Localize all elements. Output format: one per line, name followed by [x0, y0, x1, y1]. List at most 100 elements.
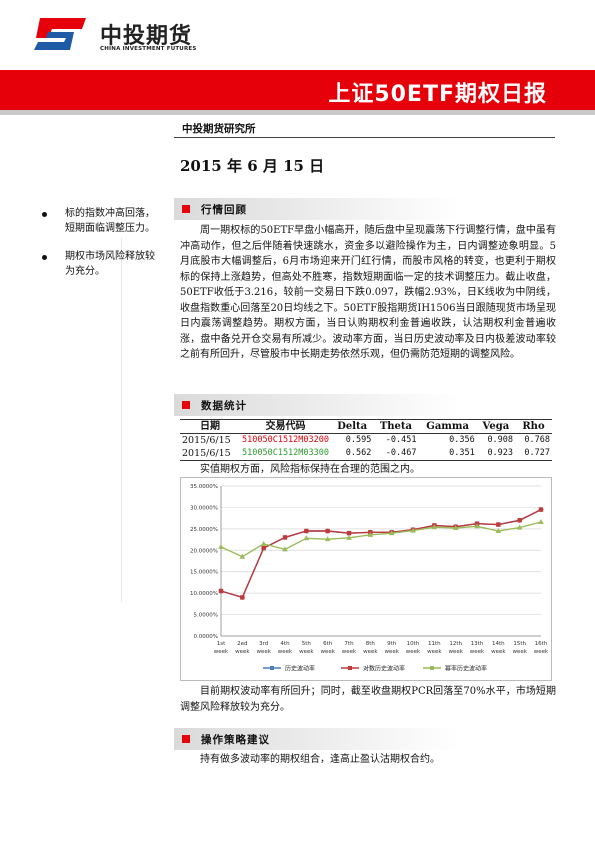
sidebar-divider [121, 238, 122, 602]
cell-gamma: 0.351 [418, 447, 477, 461]
series-line [220, 508, 542, 599]
volatility-chart: 0.0000% 5.0000% 10.0000% 15.0000% 20.0000% 25… [190, 484, 549, 673]
x-tick-label: week [320, 649, 335, 655]
column-header: 日期 [180, 419, 240, 434]
section-marker-icon [182, 205, 190, 213]
cell-code: 510050C1512M03300 [240, 447, 331, 461]
x-tick-label: 3rd [259, 641, 268, 647]
cell-vega: 0.923 [476, 447, 516, 461]
section-marker-icon [182, 735, 190, 743]
y-tick-label: 35.0000% [190, 484, 218, 490]
x-tick-label: 4th [280, 641, 290, 647]
x-tick-label: 14th [492, 641, 505, 647]
volatility-chart-frame: 0.0000% 5.0000% 10.0000% 15.0000% 20.0000% 25… [180, 477, 552, 681]
x-tick-label: week [384, 649, 399, 655]
x-tick-label: week [448, 649, 463, 655]
summary-point: 标的指数冲高回落，短期面临调整压力。 [42, 206, 160, 236]
x-tick-label: week [342, 649, 357, 655]
x-tick-label: 7th [344, 641, 354, 647]
greeks-table: 日期 交易代码 Delta Theta Gamma Vega Rho 2015/… [180, 419, 552, 461]
report-date: 2015 年 6 月 15 日 [180, 157, 325, 175]
x-tick-label: 5th [302, 641, 312, 647]
banner-shadow [0, 110, 595, 115]
y-tick-label: 5.0000% [194, 613, 218, 619]
x-tick-label: 11th [428, 641, 441, 647]
x-tick-label: 9th [387, 641, 397, 647]
cell-code: 510050C1512M03200 [242, 435, 329, 445]
table-row: 2015/6/15 510050C1512M03300 0.562 -0.467… [180, 447, 552, 461]
cell-rho: 0.768 [524, 435, 550, 445]
data-point [260, 540, 267, 546]
column-header: Delta [331, 419, 374, 434]
legend-label: 对数历史波动率 [363, 665, 405, 673]
x-tick-label: week [235, 649, 250, 655]
y-tick-label: 20.0000% [190, 548, 218, 554]
x-tick-label: week [470, 649, 485, 655]
summary-point: 期权市场风险释放较为充分。 [42, 249, 160, 279]
column-header: 交易代码 [240, 419, 331, 434]
legend-label: 幂率历史波动率 [445, 665, 487, 673]
data-point [538, 507, 544, 512]
company-logo [34, 18, 86, 50]
x-tick-label: week [512, 649, 527, 655]
column-header: Theta [373, 419, 419, 434]
x-tick-label: week [299, 649, 314, 655]
x-tick-label: week [491, 649, 506, 655]
x-tick-label: 12th [449, 641, 462, 647]
data-point [240, 595, 245, 600]
legend-marker [270, 666, 274, 670]
cell-gamma: 0.356 [449, 435, 475, 445]
institute-name: 中投期货研究所 [182, 123, 256, 135]
legend-marker [348, 666, 352, 670]
table-row: 2015/6/15 510050C1512M03200 0.595 -0.451… [180, 434, 552, 448]
company-name-en: CHINA INVESTMENT FUTURES [100, 46, 197, 52]
data-point [538, 519, 544, 524]
header-divider [174, 137, 555, 138]
market-review-text: 周一期权标的50ETF早盘小幅高开，随后盘中呈现震荡下行调整行情，盘中虽有冲高动… [180, 225, 556, 360]
cell-date: 2015/6/15 [180, 447, 240, 461]
section-header-strategy: 操作策略建议 [174, 728, 555, 750]
series-line [220, 521, 542, 558]
x-tick-label: week [406, 649, 421, 655]
section-header-data-stats: 数据统计 [174, 394, 555, 416]
legend-marker [430, 666, 434, 670]
y-tick-label: 0.0000% [194, 634, 218, 640]
section-marker-icon [182, 401, 190, 409]
x-tick-label: 15th [513, 641, 526, 647]
data-point [261, 545, 266, 551]
cell-vega: 0.908 [487, 435, 514, 445]
series-line [220, 508, 542, 599]
table-header-row: 日期 交易代码 Delta Theta Gamma Vega Rho [180, 419, 552, 434]
cell-delta: 0.562 [331, 447, 374, 461]
data-point [346, 530, 352, 536]
data-point [304, 528, 309, 534]
legend-label: 历史波动率 [285, 665, 315, 673]
x-tick-label: week [363, 649, 378, 655]
pcr-text: 目前期权波动率有所回升；同时，截至收盘期权PCR回落至70%水平，市场短期调整风… [180, 686, 556, 713]
x-tick-label: week [534, 649, 549, 655]
sidebar-summary: 标的指数冲高回落，短期面临调整压力。 期权市场风险释放较为充分。 [42, 206, 160, 292]
cell-theta: -0.451 [385, 435, 417, 445]
cell-rho: 0.727 [515, 447, 552, 461]
bullet-icon [42, 212, 47, 217]
data-point [496, 522, 501, 527]
column-header: Vega [476, 419, 516, 434]
column-header: Gamma [418, 419, 477, 434]
x-tick-label: 16th [535, 641, 548, 647]
y-tick-label: 30.0000% [190, 505, 218, 511]
report-title: 上证50ETF期权日报 [328, 82, 547, 107]
data-point [282, 535, 288, 540]
x-tick-label: 13th [471, 641, 484, 647]
data-point [517, 518, 522, 523]
x-tick-label: 6th [323, 641, 333, 647]
x-tick-label: week [278, 649, 293, 655]
y-tick-label: 25.0000% [190, 527, 218, 533]
x-tick-label: 8th [366, 641, 376, 647]
column-header: Rho [515, 419, 552, 434]
x-tick-label: week [427, 649, 442, 655]
cell-date: 2015/6/15 [182, 435, 231, 446]
y-tick-label: 15.0000% [190, 570, 218, 576]
cell-theta: -0.467 [373, 447, 419, 461]
cell-delta: 0.595 [345, 435, 372, 445]
data-point [218, 543, 224, 549]
